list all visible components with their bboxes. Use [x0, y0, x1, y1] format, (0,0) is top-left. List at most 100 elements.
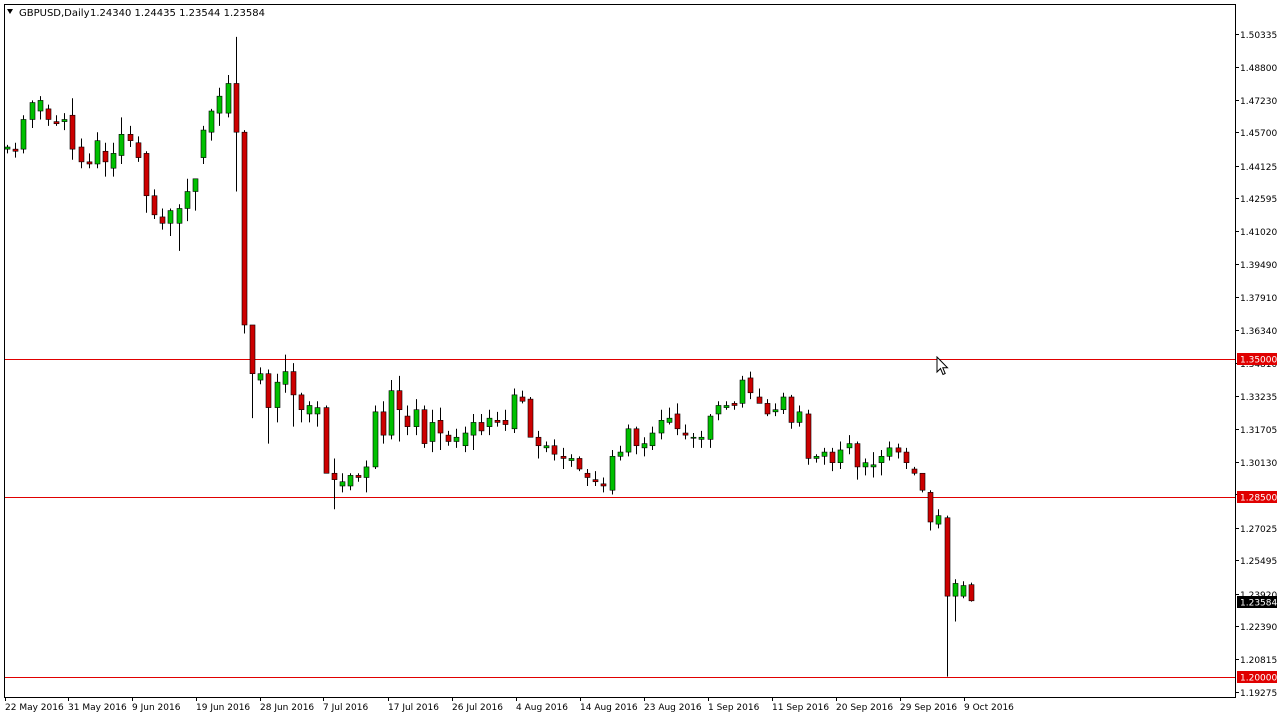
candle-bull: [739, 379, 746, 404]
candle-bull: [952, 583, 959, 597]
candle-bear: [241, 131, 248, 326]
candle-bull: [707, 415, 714, 440]
candlestick-chart[interactable]: GBPUSD,Daily 1.24340 1.24435 1.23544 1.2…: [0, 0, 1280, 720]
candle-bull: [372, 411, 379, 468]
x-tick-label: 31 May 2016: [68, 703, 127, 713]
x-tick-label: 26 Jul 2016: [452, 703, 503, 713]
candle-bull: [4, 146, 11, 150]
candle-bull: [462, 432, 469, 447]
candle-bear: [396, 390, 403, 411]
candle-bull: [388, 390, 395, 436]
candle-bull: [935, 515, 942, 525]
candle-bear: [249, 324, 256, 374]
y-tick-label: 1.33235: [1240, 393, 1277, 403]
candle-bull: [208, 110, 215, 133]
candle-bear: [527, 398, 534, 438]
chart-frame[interactable]: GBPUSD,Daily 1.24340 1.24435 1.23544 1.2…: [0, 0, 1280, 720]
candle-bear: [502, 420, 509, 425]
candle-bull: [878, 456, 885, 463]
x-tick-label: 29 Sep 2016: [900, 703, 957, 713]
y-tick-label: 1.48800: [1240, 64, 1277, 74]
candle-bear: [968, 584, 975, 602]
candle-bull: [110, 153, 117, 169]
y-tick-label: 1.50335: [1240, 31, 1277, 41]
ohlc-label: 1.24340 1.24435 1.23544 1.23584: [90, 8, 265, 19]
candle-bull: [690, 436, 697, 439]
candle-bull: [813, 456, 820, 459]
candle-bear: [298, 394, 305, 411]
x-tick-label: 9 Jun 2016: [132, 703, 181, 713]
x-tick-label: 9 Oct 2016: [964, 703, 1014, 713]
candle-bear: [854, 443, 861, 468]
y-tick-label: 1.42595: [1240, 195, 1277, 205]
candle-bull: [282, 371, 289, 385]
candle-bear: [45, 108, 52, 120]
candle-bull: [314, 407, 321, 415]
y-tick-label: 1.44125: [1240, 163, 1277, 173]
candle-bull: [192, 178, 199, 192]
candle-bull: [29, 102, 36, 120]
candle-bear: [674, 413, 681, 430]
candle-bull: [413, 409, 420, 427]
y-tick-label: 1.36340: [1240, 327, 1277, 337]
y-tick-label: 1.39490: [1240, 261, 1277, 271]
candle-bull: [870, 464, 877, 468]
candle-bull: [837, 449, 844, 463]
candle-bear: [355, 475, 362, 478]
x-tick-label: 14 Aug 2016: [580, 703, 638, 713]
candle-bull: [862, 462, 869, 468]
candle-bear: [682, 432, 689, 436]
candle-bull: [274, 381, 281, 408]
candle-bull: [37, 100, 44, 112]
candle-bull: [886, 447, 893, 457]
candle-bull: [723, 405, 730, 408]
price-axis[interactable]: 1.50335 1.48800 1.47230 1.45700 1.44125 1.425…: [1235, 31, 1277, 699]
candle-bear: [633, 428, 640, 447]
x-tick-label: 19 Jun 2016: [196, 703, 250, 713]
candle-bull: [780, 396, 787, 411]
candle-bear: [12, 148, 19, 152]
candle-bear: [560, 456, 567, 459]
candle-bull: [617, 451, 624, 457]
candle-bear: [421, 409, 428, 444]
candle-bear: [323, 407, 330, 474]
candle-bull: [200, 129, 207, 158]
candle-bear: [600, 483, 607, 487]
x-tick-label: 28 Jun 2016: [260, 703, 314, 713]
x-tick-label: 4 Aug 2016: [516, 703, 568, 713]
candle-bear: [551, 445, 558, 455]
y-tick-label: 1.37910: [1240, 294, 1277, 304]
level-price-label: 1.28500: [1240, 494, 1277, 504]
candle-bear: [331, 472, 338, 480]
candle-bear: [903, 451, 910, 463]
candle-bull: [306, 405, 313, 415]
candle-bull: [772, 409, 779, 413]
candle-bear: [731, 403, 738, 406]
candle-bear: [159, 216, 166, 224]
candle-bear: [535, 436, 542, 447]
candle-bear: [102, 150, 109, 163]
candle-bull: [796, 411, 803, 423]
y-tick-label: 1.47230: [1240, 97, 1277, 107]
candle-bull: [257, 373, 264, 381]
candle-bear: [127, 134, 134, 141]
candle-bear: [135, 142, 142, 158]
y-tick-label: 1.30130: [1240, 459, 1277, 469]
candle-bear: [53, 121, 60, 125]
candle-bull: [225, 83, 232, 114]
candle-bull: [94, 140, 101, 165]
candle-bull: [641, 443, 648, 449]
candle-bear: [592, 479, 599, 483]
candle-bull: [347, 475, 354, 487]
candle-bear: [494, 420, 501, 423]
candle-bear: [919, 472, 926, 491]
candle-bull: [658, 420, 665, 434]
candle-bull: [61, 119, 68, 122]
candle-bear: [380, 411, 387, 436]
y-tick-label: 1.45700: [1240, 129, 1277, 139]
candle-bear: [265, 373, 272, 408]
x-tick-label: 11 Sep 2016: [772, 703, 829, 713]
candle-bear: [764, 403, 771, 415]
candle-bear: [584, 472, 591, 478]
candle-bull: [216, 95, 223, 114]
